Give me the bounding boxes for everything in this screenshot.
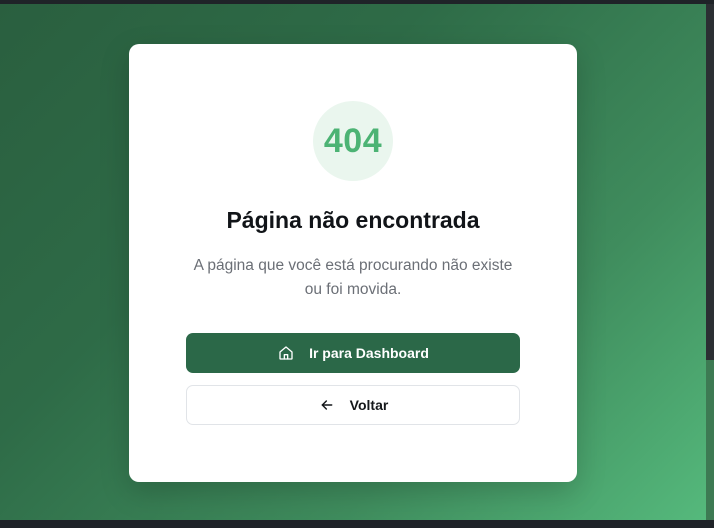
app-window: 404 Página não encontrada A página que v…	[0, 0, 714, 528]
go-to-dashboard-label: Ir para Dashboard	[309, 345, 429, 361]
error-message: A página que você está procurando não ex…	[193, 257, 513, 298]
error-code-badge: 404	[313, 101, 393, 181]
arrow-left-icon	[318, 396, 336, 414]
window-bottom-border	[0, 520, 714, 528]
go-to-dashboard-button[interactable]: Ir para Dashboard	[186, 333, 520, 373]
page-title: Página não encontrada	[226, 207, 480, 233]
home-icon	[277, 344, 295, 362]
page-background: 404 Página não encontrada A página que v…	[0, 4, 706, 520]
back-label: Voltar	[349, 397, 389, 413]
back-button[interactable]: Voltar	[186, 385, 520, 425]
not-found-card: 404 Página não encontrada A página que v…	[129, 44, 577, 482]
error-code: 404	[323, 121, 383, 160]
scrollbar-thumb[interactable]	[706, 360, 714, 520]
